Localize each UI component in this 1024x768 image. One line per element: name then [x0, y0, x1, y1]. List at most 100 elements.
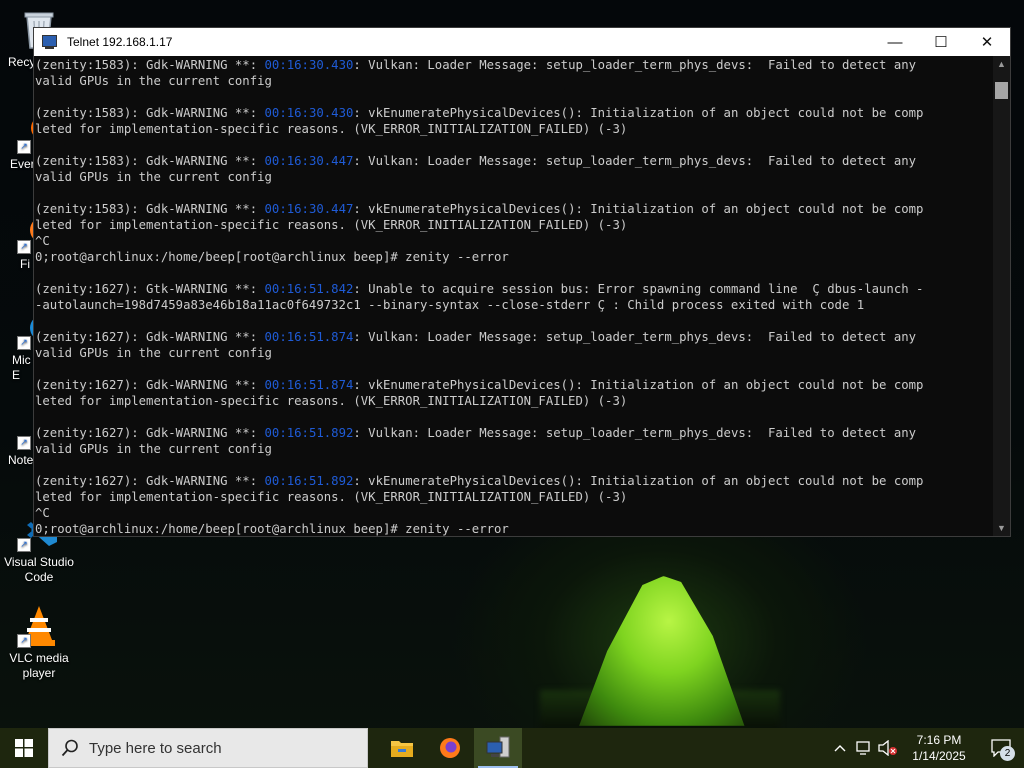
- console-text: valid GPUs in the current config: [35, 346, 272, 360]
- console-text: : vkEnumeratePhysicalDevices(): Initiali…: [353, 378, 924, 392]
- taskbar-firefox[interactable]: [426, 728, 474, 768]
- taskbar-file-explorer[interactable]: [378, 728, 426, 768]
- console-line: (zenity:1627): Gdk-WARNING **: 00:16:51.…: [35, 377, 994, 393]
- log-level: WARNING: [175, 426, 228, 440]
- telnet-icon: [486, 736, 510, 758]
- console-text: : Vulkan: Loader Message: setup_loader_t…: [353, 330, 917, 344]
- telnet-icon: [42, 34, 60, 50]
- console-line: leted for implementation-specific reason…: [35, 121, 994, 137]
- volume-muted-icon[interactable]: [876, 728, 900, 768]
- window-titlebar[interactable]: Telnet 192.168.1.17 — ☐ ✕: [34, 28, 1010, 56]
- console-text: ^C: [35, 506, 50, 520]
- console-line: -autolaunch=198d7459a83e46b18a11ac0f6497…: [35, 297, 994, 313]
- console-line: (zenity:1583): Gdk-WARNING **: 00:16:30.…: [35, 201, 994, 217]
- console-text: **:: [227, 426, 265, 440]
- console-text: (zenity:1583): Gdk-: [35, 106, 176, 120]
- log-timestamp: 00:16:30.447: [264, 202, 354, 216]
- taskbar-telnet[interactable]: [474, 728, 522, 768]
- log-level: WARNING: [175, 282, 228, 296]
- log-timestamp: 00:16:51.874: [264, 330, 354, 344]
- console-text: **:: [227, 282, 265, 296]
- console-line: 0;root@archlinux:/home/beep[root@archlin…: [35, 249, 994, 265]
- console-line: 0;root@archlinux:/home/beep[root@archlin…: [35, 521, 994, 536]
- console-text: leted for implementation-specific reason…: [35, 394, 628, 408]
- console-text: valid GPUs in the current config: [35, 170, 272, 184]
- console-text: valid GPUs in the current config: [35, 442, 272, 456]
- console-text: : vkEnumeratePhysicalDevices(): Initiali…: [353, 474, 924, 488]
- log-timestamp: 00:16:51.892: [264, 426, 354, 440]
- console-text: (zenity:1627): Gdk-: [35, 426, 176, 440]
- system-tray: 7:16 PM 1/14/2025 2: [828, 728, 1024, 768]
- shortcut-arrow-icon: ↗: [17, 436, 31, 450]
- close-button[interactable]: ✕: [964, 28, 1010, 56]
- search-placeholder: Type here to search: [89, 739, 222, 757]
- desktop-icon-label: VLC media player: [9, 651, 69, 680]
- console-line: (zenity:1627): Gdk-WARNING **: 00:16:51.…: [35, 473, 994, 489]
- console-line: leted for implementation-specific reason…: [35, 217, 994, 233]
- show-hidden-icons-chevron-up-icon[interactable]: [828, 728, 852, 768]
- vertical-scrollbar[interactable]: ▲ ▼: [993, 56, 1010, 536]
- start-button[interactable]: [0, 728, 48, 768]
- desktop-icon-vlc[interactable]: ↗ VLC media player: [0, 604, 78, 681]
- console-text: leted for implementation-specific reason…: [35, 218, 628, 232]
- minimize-button[interactable]: —: [872, 28, 918, 56]
- log-level: WARNING: [175, 106, 228, 120]
- console-text: (zenity:1583): Gdk-: [35, 202, 176, 216]
- console-text: (zenity:1583): Gdk-: [35, 58, 176, 72]
- console-text: **:: [227, 106, 265, 120]
- taskbar: Type here to search 7:16 PM 1/14/2025 2: [0, 728, 1024, 768]
- console-line: valid GPUs in the current config: [35, 441, 994, 457]
- maximize-button[interactable]: ☐: [918, 28, 964, 56]
- scroll-down-arrow-icon[interactable]: ▼: [993, 520, 1010, 536]
- desktop-icon-label: Visual Studio Code: [4, 555, 74, 584]
- telnet-window[interactable]: Telnet 192.168.1.17 — ☐ ✕ (zenity:1583):…: [33, 27, 1011, 537]
- shortcut-arrow-icon: ↗: [17, 634, 31, 648]
- log-timestamp: 00:16:30.430: [264, 106, 354, 120]
- action-center-button[interactable]: 2: [978, 728, 1024, 768]
- console-line: (zenity:1583): Gdk-WARNING **: 00:16:30.…: [35, 153, 994, 169]
- log-timestamp: 00:16:30.447: [264, 154, 354, 168]
- console-text: **:: [227, 378, 265, 392]
- console-text: 0;root@archlinux:/home/beep[root@archlin…: [35, 522, 509, 536]
- console-text: valid GPUs in the current config: [35, 74, 272, 88]
- log-level: WARNING: [175, 58, 228, 72]
- log-timestamp: 00:16:51.874: [264, 378, 354, 392]
- log-level: WARNING: [175, 330, 228, 344]
- console-text: : Unable to acquire session bus: Error s…: [353, 282, 924, 296]
- console-text: (zenity:1627): Gdk-: [35, 330, 176, 344]
- scroll-up-arrow-icon[interactable]: ▲: [993, 56, 1010, 72]
- console-output[interactable]: (zenity:1583): Gdk-WARNING **: 00:16:30.…: [34, 56, 994, 536]
- console-text: leted for implementation-specific reason…: [35, 490, 628, 504]
- taskbar-search-box[interactable]: Type here to search: [48, 728, 368, 768]
- clock-date: 1/14/2025: [912, 749, 966, 763]
- console-text: : vkEnumeratePhysicalDevices(): Initiali…: [353, 202, 924, 216]
- console-text: : Vulkan: Loader Message: setup_loader_t…: [353, 426, 917, 440]
- shortcut-arrow-icon: ↗: [17, 336, 31, 350]
- console-line: (zenity:1627): Gdk-WARNING **: 00:16:51.…: [35, 329, 994, 345]
- taskbar-clock[interactable]: 7:16 PM 1/14/2025: [900, 728, 978, 768]
- console-text: : vkEnumeratePhysicalDevices(): Initiali…: [353, 106, 924, 120]
- console-text: : Vulkan: Loader Message: setup_loader_t…: [353, 154, 917, 168]
- log-level: WARNING: [175, 378, 228, 392]
- firefox-icon: [440, 738, 460, 758]
- scrollbar-thumb[interactable]: [995, 82, 1008, 99]
- notification-count-badge: 2: [1000, 746, 1015, 761]
- log-timestamp: 00:16:51.842: [264, 282, 354, 296]
- console-text: **:: [227, 474, 265, 488]
- network-icon[interactable]: [852, 728, 876, 768]
- console-text: **:: [227, 154, 265, 168]
- log-level: WARNING: [175, 474, 228, 488]
- console-text: (zenity:1583): Gdk-: [35, 154, 176, 168]
- log-timestamp: 00:16:51.892: [264, 474, 354, 488]
- vlc-icon: ↗: [17, 604, 61, 648]
- folder-icon: [391, 741, 413, 757]
- console-line: leted for implementation-specific reason…: [35, 393, 994, 409]
- log-level: WARNING: [175, 202, 228, 216]
